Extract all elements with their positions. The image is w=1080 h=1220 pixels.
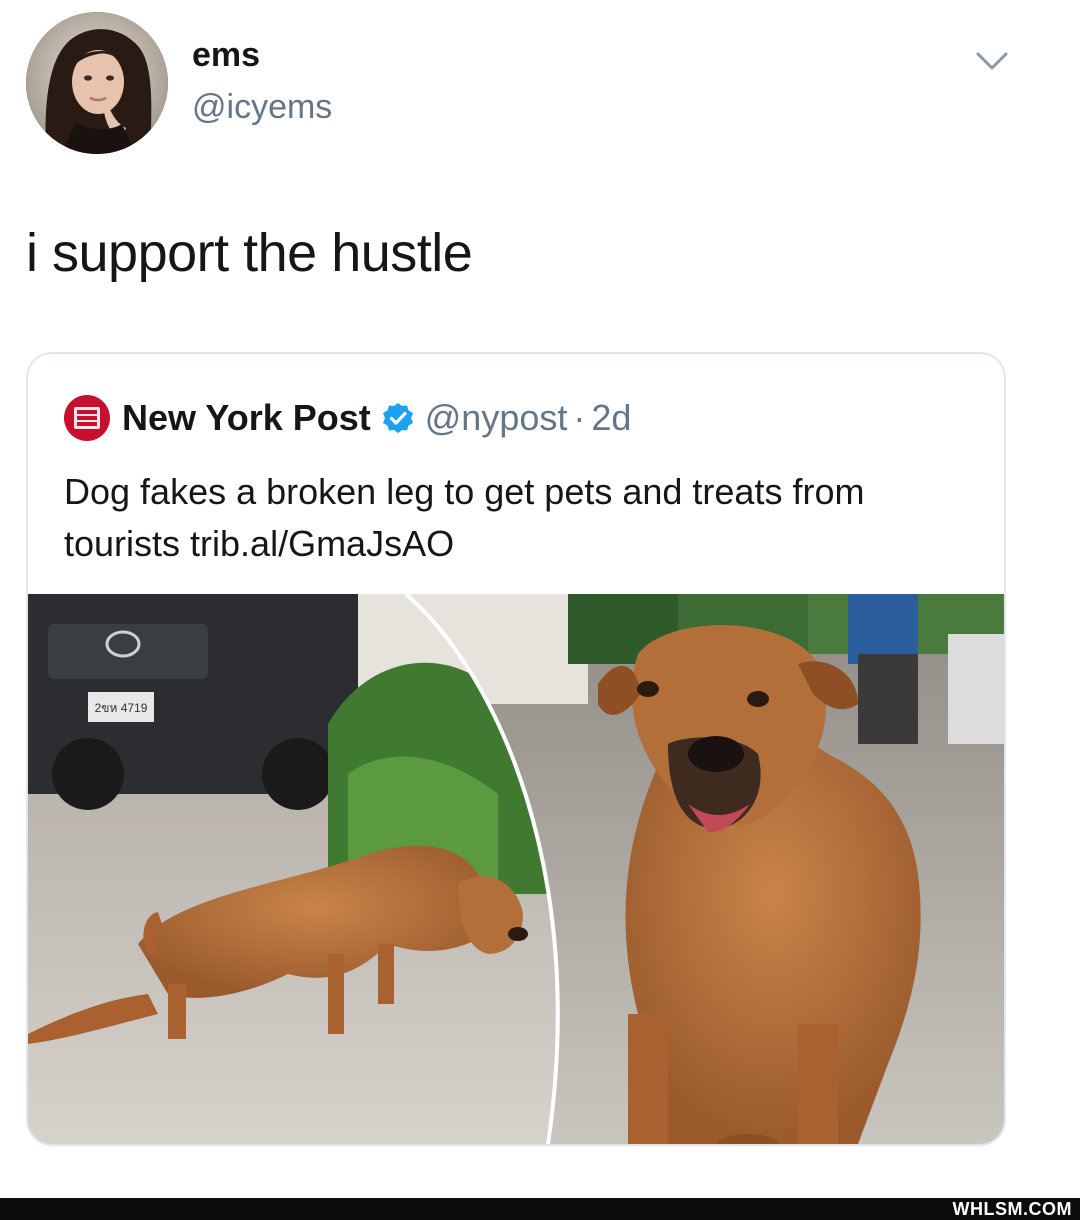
watermark-bar: WHLSM.COM <box>0 1198 1080 1220</box>
avatar[interactable] <box>26 12 168 154</box>
quoted-timestamp[interactable]: 2d <box>591 397 631 439</box>
tweet-text: i support the hustle <box>26 223 473 283</box>
quoted-tweet-text: Dog fakes a broken leg to get pets and t… <box>64 471 865 564</box>
quoted-handle: @nypost <box>424 397 568 438</box>
author-handle[interactable]: @icyems <box>192 88 332 127</box>
quoted-source-name: New York Post <box>122 397 371 438</box>
verified-badge-icon <box>381 401 415 435</box>
author-display-name[interactable]: ems <box>192 36 260 75</box>
quoted-tweet-header: New York Post @nypost · 2d <box>64 394 631 442</box>
watermark-text: WHLSM.COM <box>952 1199 1072 1219</box>
separator-dot: · <box>573 397 586 438</box>
nypost-logo-icon <box>64 395 110 441</box>
license-plate-text: 2ขห 4719 <box>95 701 148 715</box>
quoted-tweet-image[interactable]: 2ขห 4719 <box>28 592 1004 1144</box>
quoted-tweet-card[interactable]: New York Post @nypost · 2d Dog fakes a b… <box>26 352 1006 1146</box>
chevron-down-icon[interactable] <box>972 44 1012 78</box>
avatar-photo <box>26 12 168 154</box>
